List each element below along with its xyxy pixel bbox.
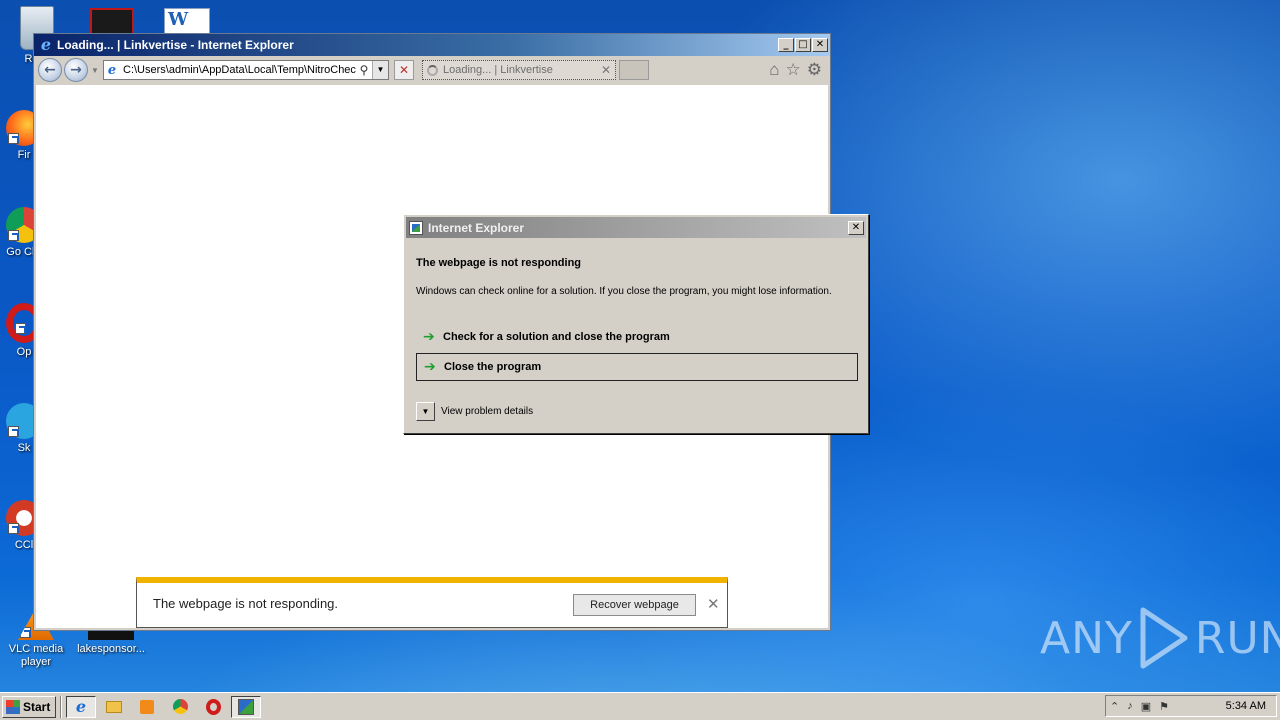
error-reporting-icon [409,220,423,235]
desktop-icon-label: lakesponsor... [77,643,145,655]
chevron-down-icon[interactable]: ▼ [416,402,435,421]
green-arrow-icon: ➔ [423,329,435,345]
dialog-heading: The webpage is not responding [416,257,582,269]
watermark-right: RUN [1194,612,1280,664]
address-dropdown-icon[interactable]: ▼ [372,61,388,79]
address-input[interactable]: C:\Users\admin\AppData\Local\Temp\NitroC… [120,64,356,76]
taskbar-media-player-button[interactable] [132,696,162,718]
play-logo-icon [1140,607,1188,669]
dialog-close-button[interactable]: ✕ [848,220,864,235]
new-tab-button[interactable] [619,60,649,80]
recover-webpage-button[interactable]: Recover webpage [573,594,696,616]
windows-flag-icon [6,699,20,714]
taskbar-ie-button[interactable]: e [66,695,96,718]
volume-icon[interactable]: ♪ [1127,700,1133,712]
action-center-flag-icon[interactable]: ⚑ [1159,700,1169,713]
chrome-icon [172,699,188,714]
back-button[interactable]: ← [38,58,62,82]
notification-message: The webpage is not responding. [153,596,339,611]
option-label: Close the program [444,361,542,373]
forward-button[interactable]: → [64,58,88,82]
tab-label: Loading... | Linkvertise [443,64,553,76]
taskbar-chrome-button[interactable] [165,696,195,718]
view-details-row[interactable]: ▼ View problem details [416,402,533,421]
home-icon[interactable]: ⌂ [769,60,779,80]
desktop-icon-label: Op [16,346,32,358]
desktop-icon-label: VLC media player [8,643,64,668]
start-button[interactable]: Start [2,695,56,718]
not-responding-dialog: Internet Explorer ✕ The webpage is not r… [403,214,869,434]
opera-icon [205,698,221,715]
check-solution-option[interactable]: ➔ Check for a solution and close the pro… [416,323,858,351]
ie-toolbar: ← → ▼ e C:\Users\admin\AppData\Local\Tem… [34,56,830,84]
network-icon[interactable]: ▣ [1141,700,1151,713]
green-arrow-icon: ➔ [424,359,436,375]
desktop-icon-label: Fir [17,149,31,161]
dialog-title: Internet Explorer [428,220,525,235]
page-icon: e [107,62,117,78]
minimize-button[interactable]: _ [778,38,794,52]
media-player-icon [140,699,154,714]
notification-close-icon[interactable]: ✕ [707,595,720,613]
internet-explorer-icon: e [75,697,87,716]
loading-spinner-icon [427,64,438,76]
window-title: Loading... | Linkvertise - Internet Expl… [57,38,294,52]
system-tray: ⌃ ♪ ▣ ⚑ 5:34 AM [1105,695,1277,717]
tab-loading[interactable]: Loading... | Linkvertise ✕ [422,60,616,80]
settings-gear-icon[interactable]: ⚙ [807,60,822,80]
taskbar: Start e ⌃ ♪ ▣ ⚑ 5:34 AM [0,692,1280,720]
notification-bar: The webpage is not responding. Recover w… [136,577,728,628]
address-bar[interactable]: e C:\Users\admin\AppData\Local\Temp\Nitr… [103,60,389,80]
maximize-button[interactable]: □ [795,38,811,52]
show-hidden-icons-icon[interactable]: ⌃ [1110,700,1119,713]
watermark-left: ANY [1040,612,1133,664]
taskbar-opera-button[interactable] [198,696,228,718]
error-reporting-icon [238,698,254,715]
dialog-titlebar[interactable]: Internet Explorer ✕ [406,217,866,238]
taskbar-explorer-button[interactable] [99,696,129,718]
dialog-body-text: Windows can check online for a solution.… [416,286,832,297]
tab-close-icon[interactable]: ✕ [601,63,611,77]
stop-button[interactable]: ✕ [394,60,414,80]
taskbar-separator [60,695,62,718]
clock[interactable]: 5:34 AM [1226,700,1266,712]
ie-logo-icon: e [40,35,52,54]
desktop-icon-label: Sk [17,442,31,454]
taskbar-error-reporting-button[interactable] [231,695,261,718]
search-icon[interactable]: ⚲ [356,63,372,77]
start-label: Start [23,699,51,714]
desktop-icon-label: CCl [14,539,34,551]
ie-titlebar[interactable]: e Loading... | Linkvertise - Internet Ex… [34,34,830,56]
option-label: Check for a solution and close the progr… [443,331,670,343]
close-button[interactable]: ✕ [812,38,828,52]
history-dropdown-icon[interactable]: ▼ [90,66,100,75]
anyrun-watermark: ANY RUN [1040,606,1280,670]
folder-icon [106,700,122,713]
details-label: View problem details [441,406,534,417]
favorites-star-icon[interactable]: ☆ [786,60,801,80]
close-program-option[interactable]: ➔ Close the program [416,353,858,381]
